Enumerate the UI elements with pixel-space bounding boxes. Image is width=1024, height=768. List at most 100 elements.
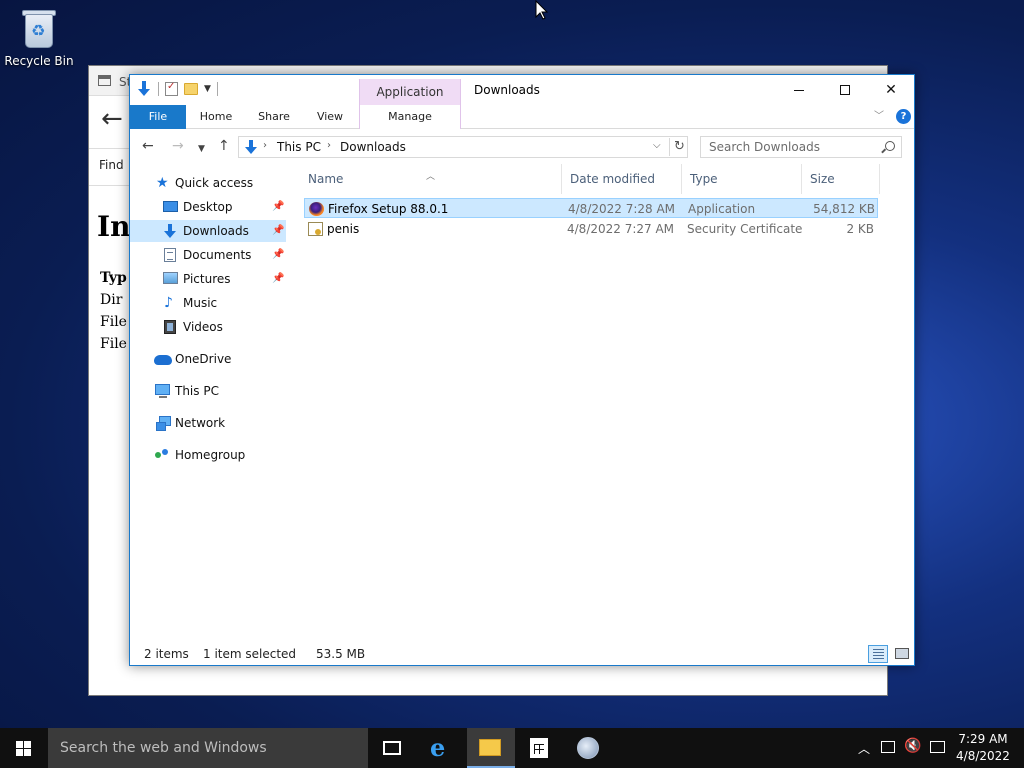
file-explorer-taskbar-button[interactable] bbox=[467, 728, 515, 768]
properties-icon[interactable] bbox=[165, 81, 178, 96]
breadcrumb-downloads[interactable]: Downloads bbox=[340, 140, 406, 154]
close-icon: ✕ bbox=[885, 82, 897, 98]
show-hidden-icons-chevron-icon[interactable]: ︿ bbox=[858, 740, 870, 757]
file-list[interactable]: Name ︿ Date modified Type Size Firefox S… bbox=[300, 164, 912, 634]
page-line-3[interactable]: File bbox=[100, 314, 127, 330]
tab-home[interactable]: Home bbox=[190, 105, 242, 129]
pin-icon[interactable]: 📌 bbox=[272, 268, 284, 290]
search-input[interactable]: Search Downloads bbox=[700, 136, 902, 158]
maximize-button[interactable] bbox=[822, 75, 868, 105]
minimize-button[interactable] bbox=[776, 75, 822, 105]
selection-count: 1 item selected bbox=[203, 647, 297, 661]
start-button[interactable] bbox=[0, 728, 48, 768]
sidebar-item-network[interactable]: Network bbox=[130, 412, 286, 434]
new-folder-icon[interactable] bbox=[184, 83, 198, 95]
pin-icon[interactable]: 📌 bbox=[272, 244, 284, 266]
pin-icon[interactable]: 📌 bbox=[272, 220, 284, 242]
sidebar-item-music[interactable]: ♪ Music bbox=[130, 292, 286, 314]
firefox-icon bbox=[309, 202, 324, 216]
file-explorer-window[interactable]: ▼ Application Tools Downloads ✕ File Hom… bbox=[129, 74, 915, 666]
star-icon: ★ bbox=[156, 175, 169, 191]
sort-ascending-chevron-icon: ︿ bbox=[426, 172, 436, 182]
app-taskbar-button[interactable] bbox=[564, 728, 612, 768]
taskbar: Search the web and Windows e ︿ 🔇 7:29 AM… bbox=[0, 728, 1024, 768]
tab-view[interactable]: View bbox=[304, 105, 356, 129]
pictures-icon bbox=[163, 272, 178, 284]
search-icon[interactable] bbox=[885, 141, 895, 151]
task-view-button[interactable] bbox=[368, 728, 416, 768]
column-header-name[interactable]: Name ︿ bbox=[300, 164, 562, 194]
sidebar-item-label: Network bbox=[175, 416, 226, 430]
page-line-4[interactable]: File bbox=[100, 336, 127, 352]
large-icons-view-icon[interactable] bbox=[892, 645, 910, 661]
sidebar-item-homegroup[interactable]: Homegroup bbox=[130, 444, 286, 466]
navigation-bar: ← → ▼ ↑ › This PC › Downloads ⌵ ↻ Search… bbox=[130, 130, 914, 164]
sidebar-item-pictures[interactable]: Pictures 📌 bbox=[130, 268, 286, 290]
mouse-cursor-icon bbox=[535, 0, 549, 20]
customize-toolbar-chevron-icon[interactable]: ▼ bbox=[204, 84, 211, 94]
back-arrow-icon[interactable]: ← bbox=[142, 138, 154, 154]
tab-file[interactable]: File bbox=[130, 105, 186, 129]
task-view-icon bbox=[383, 741, 401, 755]
clock[interactable]: 7:29 AM 4/8/2022 bbox=[950, 731, 1016, 765]
download-arrow-icon bbox=[136, 81, 152, 97]
ribbon-tabs: File Home Share View Manage ﹀ ? bbox=[130, 105, 914, 129]
refresh-icon[interactable]: ↻ bbox=[669, 138, 689, 156]
pin-icon[interactable]: 📌 bbox=[272, 196, 284, 218]
item-count: 2 items bbox=[144, 647, 189, 661]
quick-access-toolbar: ▼ bbox=[136, 81, 218, 97]
onedrive-cloud-icon bbox=[154, 355, 172, 365]
sidebar-item-this-pc[interactable]: This PC bbox=[130, 380, 286, 402]
taskbar-search-box[interactable]: Search the web and Windows bbox=[48, 728, 368, 768]
sidebar-item-quick-access[interactable]: ★ Quick access bbox=[130, 172, 286, 194]
up-arrow-icon[interactable]: ↑ bbox=[218, 138, 230, 154]
recent-locations-chevron-icon[interactable]: ▼ bbox=[198, 141, 205, 157]
search-placeholder: Search Downloads bbox=[709, 140, 820, 154]
find-text[interactable]: Find bbox=[99, 158, 124, 172]
store-taskbar-button[interactable] bbox=[515, 728, 563, 768]
clock-time: 7:29 AM bbox=[958, 732, 1008, 746]
application-tools-tab-group: Application Tools bbox=[359, 79, 461, 125]
sidebar-item-label: Videos bbox=[183, 320, 223, 334]
sidebar-item-label: This PC bbox=[175, 384, 219, 398]
volume-muted-icon[interactable]: 🔇 bbox=[904, 738, 921, 754]
expand-ribbon-chevron-icon[interactable]: ﹀ bbox=[874, 107, 884, 122]
column-header-size[interactable]: Size bbox=[802, 164, 880, 194]
recycle-bin-desktop-icon[interactable]: ♻ Recycle Bin bbox=[4, 6, 74, 68]
sidebar-item-onedrive[interactable]: OneDrive bbox=[130, 348, 286, 370]
sidebar-item-videos[interactable]: Videos bbox=[130, 316, 286, 338]
close-button[interactable]: ✕ bbox=[868, 75, 914, 105]
file-date: 4/8/2022 7:27 AM bbox=[567, 222, 675, 236]
tab-share[interactable]: Share bbox=[248, 105, 300, 129]
page-line-2[interactable]: Dir bbox=[100, 292, 122, 308]
column-header-date[interactable]: Date modified bbox=[562, 164, 682, 194]
sidebar-item-label: Documents bbox=[183, 248, 252, 262]
forward-arrow-icon[interactable]: → bbox=[172, 138, 184, 154]
file-size: 2 KB bbox=[846, 222, 874, 236]
help-icon[interactable]: ? bbox=[896, 109, 911, 124]
details-view-icon[interactable] bbox=[868, 645, 888, 663]
address-history-chevron-icon[interactable]: ⌵ bbox=[653, 140, 661, 151]
table-row[interactable]: Firefox Setup 88.0.1 4/8/2022 7:28 AM Ap… bbox=[304, 198, 878, 218]
action-center-icon[interactable] bbox=[930, 741, 945, 753]
folder-icon bbox=[479, 739, 501, 756]
breadcrumb-chevron-icon[interactable]: › bbox=[327, 140, 331, 151]
back-arrow-icon[interactable]: ← bbox=[101, 106, 123, 132]
tab-manage[interactable]: Manage bbox=[359, 105, 461, 129]
file-date: 4/8/2022 7:28 AM bbox=[568, 202, 676, 216]
music-icon: ♪ bbox=[164, 295, 173, 311]
sidebar-item-downloads[interactable]: Downloads 📌 bbox=[130, 220, 286, 242]
network-status-icon[interactable] bbox=[881, 741, 895, 753]
explorer-titlebar[interactable]: ▼ Application Tools Downloads ✕ bbox=[130, 75, 914, 125]
file-size: 54,812 KB bbox=[813, 202, 875, 216]
sidebar-item-documents[interactable]: Documents 📌 bbox=[130, 244, 286, 266]
breadcrumb-this-pc[interactable]: This PC bbox=[277, 140, 321, 154]
breadcrumb-chevron-icon[interactable]: › bbox=[263, 140, 267, 151]
page-heading: In bbox=[97, 210, 131, 243]
column-header-type[interactable]: Type bbox=[682, 164, 802, 194]
sidebar-item-desktop[interactable]: Desktop 📌 bbox=[130, 196, 286, 218]
address-bar[interactable]: › This PC › Downloads ⌵ ↻ bbox=[238, 136, 688, 158]
table-row[interactable]: penis 4/8/2022 7:27 AM Security Certific… bbox=[304, 219, 878, 239]
column-header-label: Name bbox=[308, 172, 344, 186]
edge-taskbar-button[interactable]: e bbox=[418, 728, 466, 768]
